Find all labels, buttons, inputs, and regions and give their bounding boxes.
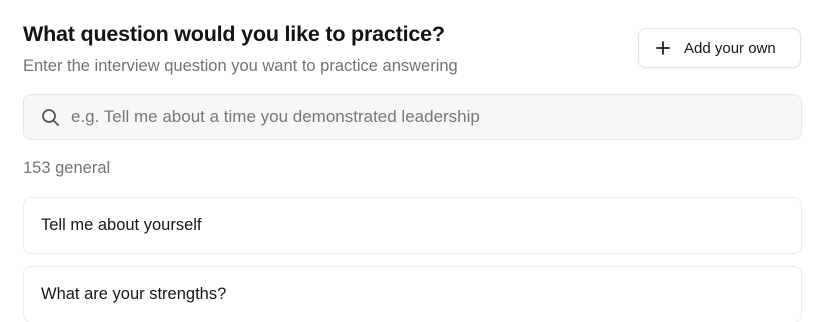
question-count: 153 general — [23, 159, 111, 177]
question-item-tell-me-about-yourself[interactable]: Tell me about yourself — [23, 197, 802, 254]
question-text: Tell me about yourself — [41, 216, 202, 234]
question-picker: What question would you like to practice… — [0, 0, 828, 322]
page-subtitle: Enter the interview question you want to… — [23, 57, 458, 75]
question-search-input[interactable] — [71, 107, 751, 127]
question-text: What are your strengths? — [41, 285, 227, 303]
search-box[interactable] — [23, 94, 802, 140]
question-item-strengths[interactable]: What are your strengths? — [23, 266, 802, 322]
page-title: What question would you like to practice… — [23, 22, 445, 46]
search-icon — [41, 108, 60, 127]
add-your-own-label: Add your own — [684, 39, 776, 57]
add-your-own-button[interactable]: Add your own — [638, 28, 801, 68]
plus-icon — [656, 41, 670, 55]
